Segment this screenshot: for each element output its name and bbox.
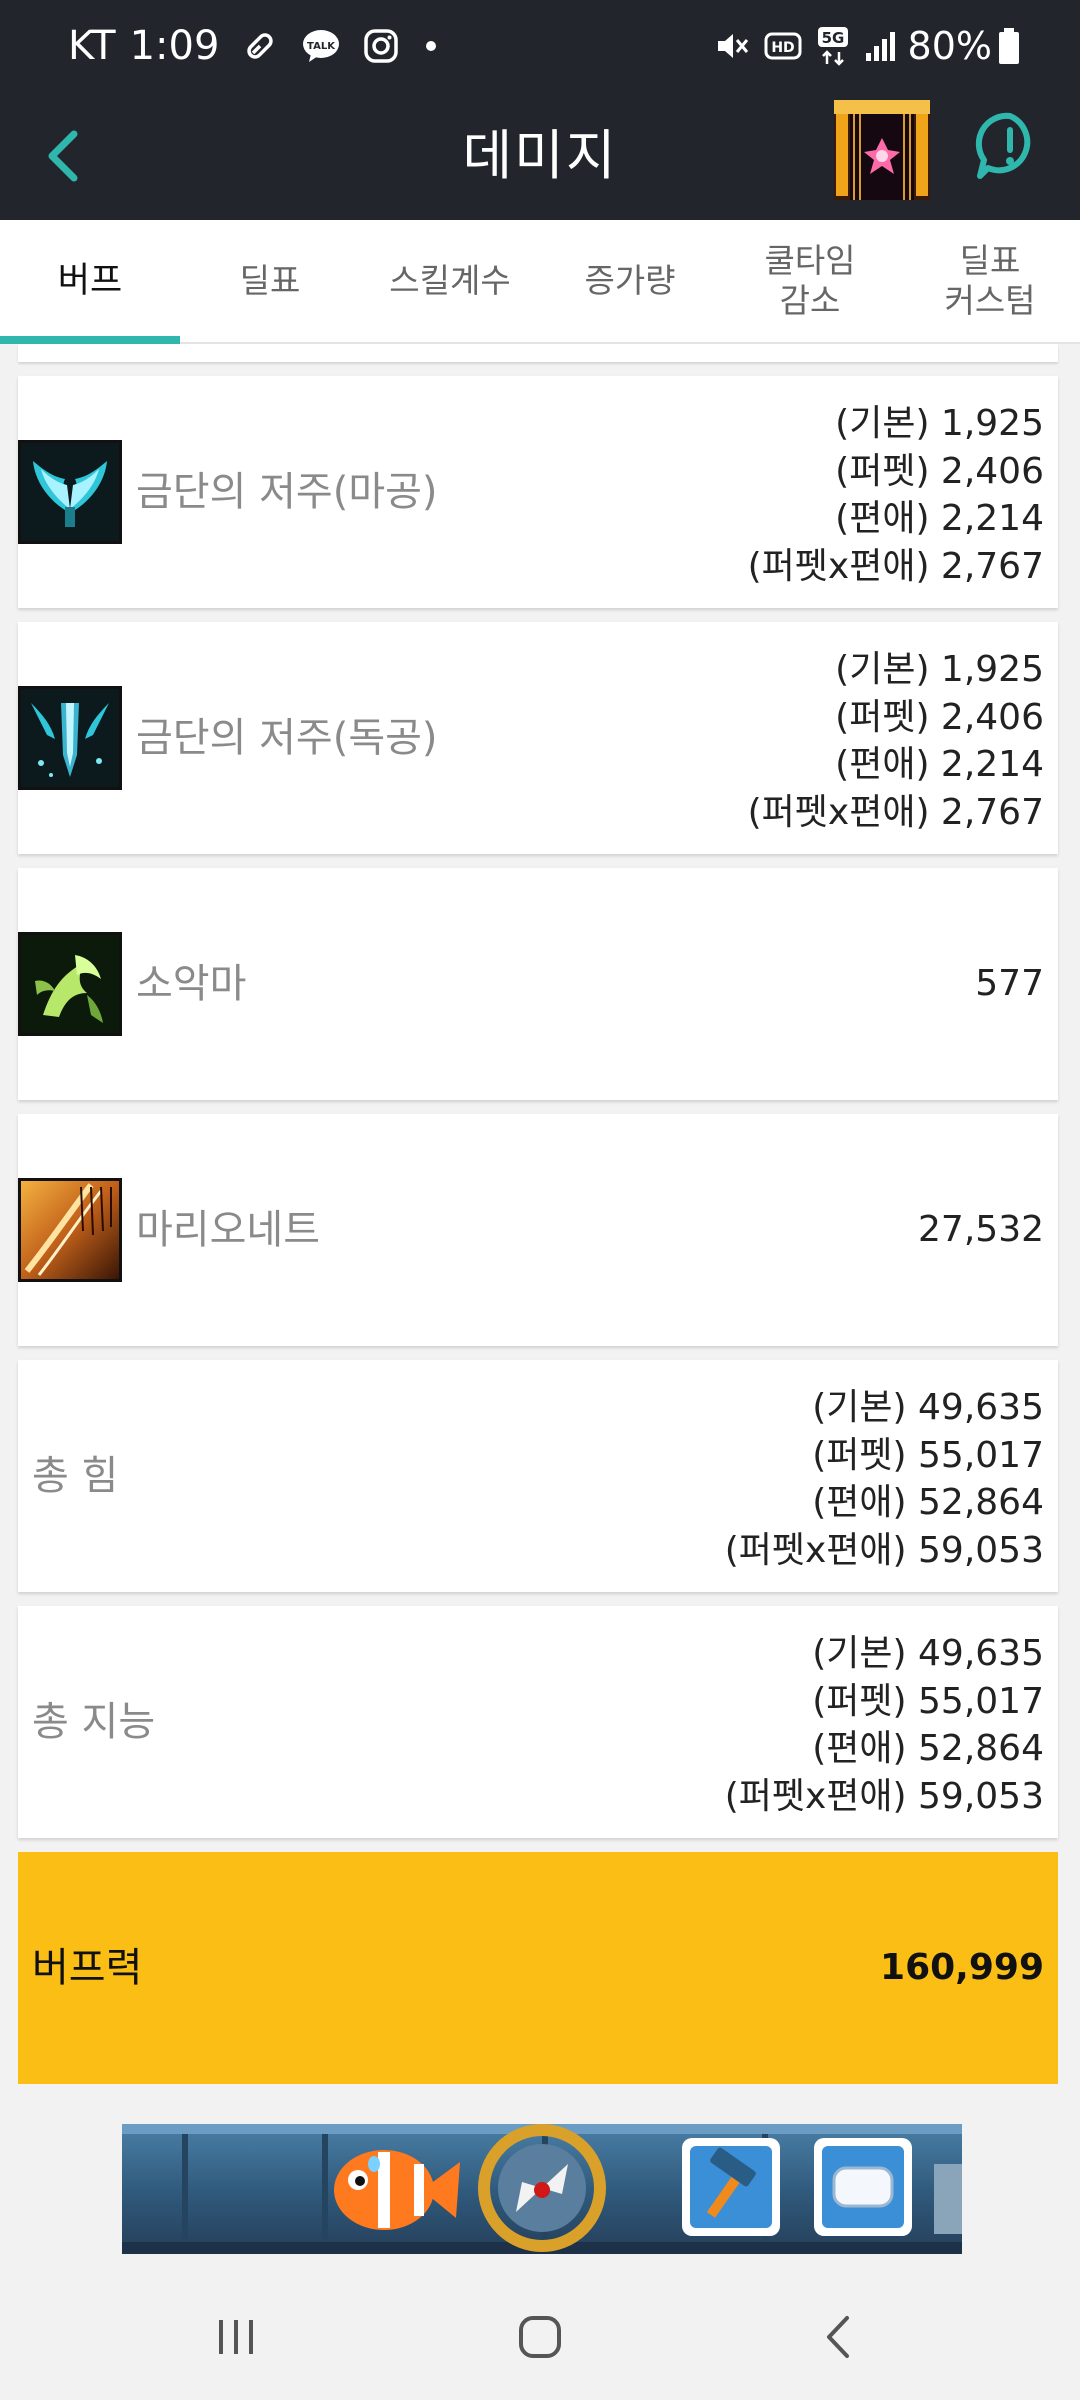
- buff-list[interactable]: 금단의 저주(마공) (기본) 1,925 (퍼펫) 2,406 (편애) 2,…: [0, 344, 1080, 2084]
- value-puppet-favor: (퍼펫x편애) 59,053: [724, 1529, 1044, 1571]
- marionette-skill-icon: [18, 1178, 122, 1282]
- value-base: (기본) 1,925: [835, 403, 1044, 444]
- pillow-item-icon: [814, 2138, 912, 2236]
- tab-skill-coefficient[interactable]: 스킬계수: [360, 220, 540, 342]
- back-chevron-icon: [827, 2316, 849, 2358]
- pill-icon: [241, 27, 279, 65]
- row-name: 총 힘: [32, 1453, 119, 1499]
- tab-damage-table[interactable]: 딜표: [180, 220, 360, 342]
- list-item: 총 지능 (기본) 49,635 (퍼펫) 55,017 (편애) 52,864…: [18, 1606, 1058, 1838]
- kakaotalk-icon: TALK: [301, 28, 341, 64]
- alert-chat-icon: [975, 112, 1031, 179]
- row-values: (기본) 49,635 (퍼펫) 55,017 (편애) 52,864 (퍼펫x…: [725, 1630, 1044, 1820]
- clownfish-icon: [334, 2150, 460, 2230]
- battery-icon: [998, 27, 1020, 65]
- value-puppet-favor: (퍼펫x편애) 59,053: [724, 1775, 1044, 1817]
- value-base: (기본) 49,635: [812, 1387, 1044, 1428]
- value-base: (기본) 1,925: [835, 649, 1044, 690]
- 5g-icon: 5G: [816, 26, 850, 66]
- chevron-left-icon: [48, 130, 78, 182]
- svg-text:5G: 5G: [821, 29, 844, 47]
- value-puppet: (퍼펫) 55,017: [812, 1680, 1044, 1722]
- row-name: 소악마: [136, 961, 247, 1007]
- imp-skill-icon: [18, 932, 122, 1036]
- row-name: 금단의 저주(독공): [136, 715, 438, 761]
- signal-icon: [864, 29, 898, 63]
- list-item: 금단의 저주(마공) (기본) 1,925 (퍼펫) 2,406 (편애) 2,…: [18, 376, 1058, 608]
- mute-icon: [714, 28, 750, 64]
- tab-increase[interactable]: 증가량: [540, 220, 720, 342]
- row-values: (기본) 1,925 (퍼펫) 2,406 (편애) 2,214 (퍼펫x편애)…: [748, 400, 1044, 590]
- value-favor: (편애) 2,214: [835, 498, 1044, 539]
- row-values: (기본) 49,635 (퍼펫) 55,017 (편애) 52,864 (퍼펫x…: [725, 1384, 1044, 1574]
- list-item: 총 힘 (기본) 49,635 (퍼펫) 55,017 (편애) 52,864 …: [18, 1360, 1058, 1592]
- carrier-label: KT: [68, 23, 116, 69]
- recent-apps-icon: [219, 2320, 253, 2354]
- row-name: 마리오네트: [136, 1207, 320, 1253]
- instagram-icon: [363, 28, 399, 64]
- home-button[interactable]: [480, 2294, 600, 2380]
- list-item: 금단의 저주(독공) (기본) 1,925 (퍼펫) 2,406 (편애) 2,…: [18, 622, 1058, 854]
- app-bar: 데미지: [0, 92, 1080, 220]
- home-icon: [519, 2316, 561, 2358]
- status-bar: KT 1:09 TALK HD 5G 80%: [0, 0, 1080, 92]
- status-right: HD 5G 80%: [700, 20, 1020, 72]
- battery-percent: 80%: [907, 24, 992, 68]
- list-item: 소악마 577: [18, 868, 1058, 1100]
- hd-voice-icon: HD: [764, 30, 802, 62]
- skill-thumbnail-icon[interactable]: [834, 100, 930, 200]
- total-value: 160,999: [880, 1947, 1044, 1988]
- value-favor: (편애) 52,864: [812, 1482, 1044, 1523]
- recent-apps-button[interactable]: [176, 2294, 296, 2380]
- system-nav-bar: [0, 2274, 1080, 2400]
- tab-buff[interactable]: 버프: [0, 220, 180, 344]
- value-favor: (편애) 2,214: [835, 744, 1044, 785]
- ad-artwork: [122, 2124, 962, 2254]
- blade-skill-icon: [18, 686, 122, 790]
- row-name: 금단의 저주(마공): [136, 469, 438, 515]
- ship-wheel-icon: [478, 2124, 606, 2252]
- total-label: 버프력: [32, 1945, 143, 1991]
- system-back-button[interactable]: [780, 2294, 900, 2380]
- clock: 1:09: [129, 23, 220, 69]
- value-puppet: (퍼펫) 2,406: [835, 696, 1044, 738]
- buff-power-total: 버프력 160,999: [18, 1852, 1058, 2084]
- value-puppet: (퍼펫) 2,406: [835, 450, 1044, 492]
- value-puppet-favor: (퍼펫x편애) 2,767: [747, 545, 1044, 587]
- svg-text:TALK: TALK: [307, 41, 336, 52]
- row-value: 577: [975, 963, 1044, 1004]
- list-item: 마리오네트 27,532: [18, 1114, 1058, 1346]
- value-puppet: (퍼펫) 55,017: [812, 1434, 1044, 1476]
- svg-text:HD: HD: [771, 40, 794, 56]
- info-button[interactable]: [974, 110, 1046, 182]
- ad-banner[interactable]: [122, 2124, 962, 2254]
- tab-cooldown-reduction[interactable]: 쿨타임 감소: [720, 220, 900, 342]
- previous-card-edge: [18, 344, 1058, 362]
- value-puppet-favor: (퍼펫x편애) 2,767: [747, 791, 1044, 833]
- row-value: 27,532: [918, 1209, 1044, 1250]
- wing-skill-icon: [18, 440, 122, 544]
- tab-custom-damage-table[interactable]: 딜표 커스텀: [900, 220, 1080, 342]
- back-button[interactable]: [28, 120, 100, 192]
- row-name: 총 지능: [32, 1699, 156, 1745]
- notification-dot-icon: [421, 36, 441, 56]
- tab-bar: 버프 딜표 스킬계수 증가량 쿨타임 감소 딜표 커스텀: [0, 220, 1080, 344]
- hammer-item-icon: [682, 2138, 780, 2236]
- value-favor: (편애) 52,864: [812, 1728, 1044, 1769]
- row-values: (기본) 1,925 (퍼펫) 2,406 (편애) 2,214 (퍼펫x편애)…: [748, 646, 1044, 836]
- value-base: (기본) 49,635: [812, 1633, 1044, 1674]
- status-left: KT 1:09 TALK: [68, 20, 441, 72]
